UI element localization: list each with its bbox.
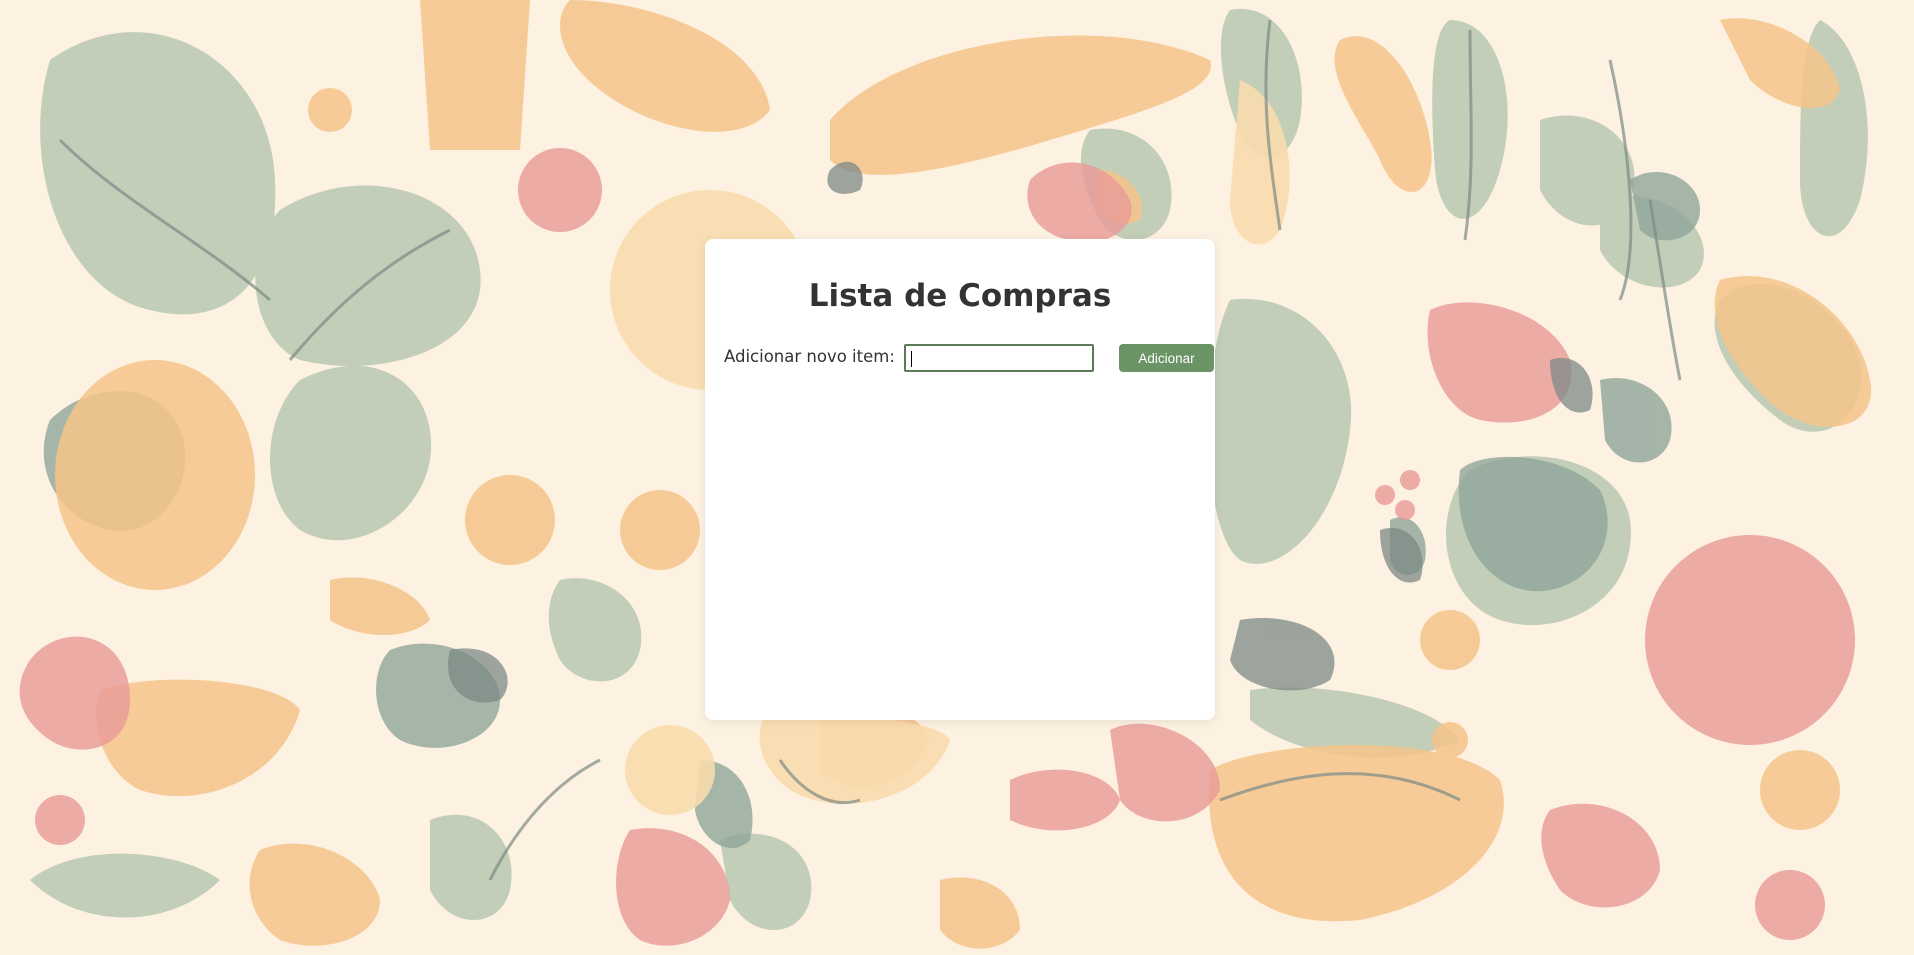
add-item-button[interactable]: Adicionar	[1119, 344, 1214, 372]
page-title: Lista de Compras	[808, 278, 1112, 314]
shopping-list-card: Lista de Compras Adicionar novo item: Ad…	[705, 239, 1215, 720]
add-item-form: Adicionar novo item: Adicionar	[724, 343, 1214, 373]
add-item-label: Adicionar novo item:	[724, 347, 895, 366]
new-item-input[interactable]	[904, 344, 1094, 372]
text-cursor	[911, 351, 912, 367]
